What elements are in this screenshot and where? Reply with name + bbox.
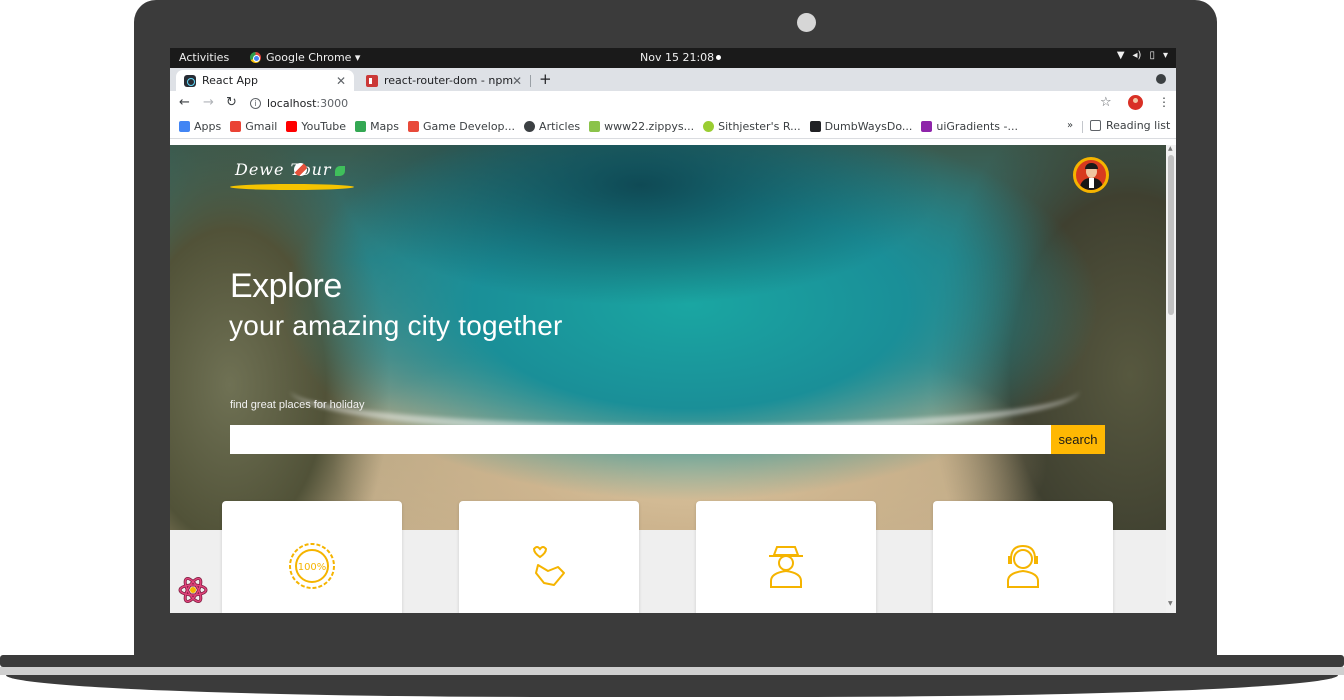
hero-subtitle: your amazing city together: [229, 310, 563, 341]
bookmark-uigradients[interactable]: uiGradients -...: [921, 120, 1018, 133]
system-top-bar: Activities Google Chrome ▾ Nov 15 21:08 …: [170, 48, 1176, 68]
browser-toolbar: ← → ↻ i localhost :3000 ☆ ⋮: [170, 91, 1176, 115]
close-icon[interactable]: ✕: [512, 74, 522, 88]
notification-dot: [716, 55, 721, 60]
bookmark-gmail[interactable]: Gmail: [230, 120, 277, 133]
tab-react-app[interactable]: React App ✕: [176, 70, 354, 91]
search-button[interactable]: search: [1051, 425, 1105, 454]
feature-card-guarantee[interactable]: 100%: [222, 501, 402, 613]
feature-card-support[interactable]: [933, 501, 1113, 613]
leaf-icon: [335, 166, 345, 176]
hero-title: Explore: [230, 267, 342, 305]
forward-arrow-icon[interactable]: →: [203, 95, 214, 110]
tab-title: React App: [202, 74, 259, 87]
support-headset-icon: [1007, 544, 1039, 588]
bookmark-sithjester[interactable]: Sithjester's R...: [703, 120, 801, 133]
beach-ball-icon: [294, 163, 307, 176]
battery-icon: ▯: [1149, 50, 1155, 61]
npm-favicon-icon: [366, 74, 378, 87]
bookmarks-bar: Apps Gmail YouTube Maps Game Develop... …: [170, 115, 1176, 139]
bookmark-game-develop[interactable]: Game Develop...: [408, 120, 515, 133]
address-bar[interactable]: i localhost :3000: [250, 93, 1130, 113]
gmail-icon: [230, 121, 242, 132]
bookmark-star-icon[interactable]: ☆: [1100, 95, 1112, 110]
chevron-down-icon: ▾: [1162, 50, 1168, 61]
tab-strip: React App ✕ react-router-dom - npm ✕ +: [170, 68, 1176, 91]
more-bookmarks-button[interactable]: »: [1067, 120, 1073, 131]
maps-icon: [355, 121, 367, 132]
dumbways-icon: [809, 121, 821, 132]
camera-icon: [797, 13, 816, 32]
tab-react-router-dom[interactable]: react-router-dom - npm ✕: [358, 70, 530, 91]
menu-kebab-icon[interactable]: ⋮: [1158, 95, 1170, 109]
agent-icon: [769, 546, 803, 588]
react-devtools-icon[interactable]: [178, 575, 208, 605]
tab-title: react-router-dom - npm: [384, 74, 514, 87]
reload-icon[interactable]: ↻: [226, 95, 237, 110]
profile-avatar[interactable]: [1128, 95, 1143, 110]
user-avatar[interactable]: [1073, 157, 1109, 193]
feature-card-love[interactable]: [459, 501, 639, 613]
scrollbar[interactable]: ▲ ▼: [1166, 145, 1176, 613]
logo-swoosh: [230, 184, 354, 190]
info-icon[interactable]: i: [250, 97, 261, 109]
activities-button[interactable]: Activities: [179, 51, 229, 64]
scroll-down-icon[interactable]: ▼: [1168, 600, 1173, 607]
bookmark-dumbways[interactable]: DumbWaysDo...: [809, 120, 912, 133]
bookmark-maps[interactable]: Maps: [355, 120, 399, 133]
url-port: :3000: [316, 96, 349, 110]
laptop-base: [0, 655, 1344, 700]
search-input[interactable]: [230, 425, 1051, 454]
back-arrow-icon[interactable]: ←: [179, 95, 190, 110]
uigradients-icon: [921, 121, 933, 132]
new-tab-button[interactable]: +: [539, 70, 552, 88]
game-develop-icon: [408, 121, 420, 132]
bookmark-zippyshare[interactable]: www22.zippys...: [589, 120, 694, 133]
bookmark-youtube[interactable]: YouTube: [286, 120, 346, 133]
apps-grid-icon: [179, 121, 190, 132]
reading-list-button[interactable]: Reading list: [1090, 119, 1170, 132]
tab-search-icon[interactable]: [1156, 74, 1166, 84]
hand-heart-icon: [532, 546, 565, 586]
search-hint: find great places for holiday: [230, 399, 365, 411]
url-host: localhost: [267, 96, 317, 110]
logo[interactable]: Dewe Tour: [230, 158, 356, 192]
clock[interactable]: Nov 15 21:08: [640, 51, 714, 64]
scroll-thumb[interactable]: [1168, 155, 1174, 315]
svg-text:100%: 100%: [298, 562, 327, 573]
globe-icon: [524, 121, 536, 132]
bookmark-apps[interactable]: Apps: [179, 120, 221, 133]
app-menu-label: Google Chrome ▾: [266, 51, 361, 64]
guarantee-badge-icon: 100%: [289, 543, 335, 589]
system-tray[interactable]: ▼ ◂) ▯ ▾: [1117, 50, 1168, 61]
reading-list-icon: [1090, 120, 1101, 131]
zippyshare-icon: [589, 121, 601, 132]
app-menu[interactable]: Google Chrome ▾: [250, 51, 360, 64]
feature-card-agent[interactable]: [696, 501, 876, 613]
screen: Activities Google Chrome ▾ Nov 15 21:08 …: [170, 48, 1176, 613]
bookmark-articles[interactable]: Articles: [524, 120, 580, 133]
chrome-icon: [250, 52, 261, 63]
react-favicon-icon: [184, 74, 196, 87]
page-viewport: Dewe Tour Explore your amazing city toge…: [170, 145, 1176, 613]
youtube-icon: [286, 121, 298, 132]
close-icon[interactable]: ✕: [336, 74, 346, 88]
hero: Dewe Tour Explore your amazing city toge…: [170, 145, 1166, 530]
volume-icon: ◂): [1132, 50, 1142, 61]
logo-text: Dewe Tour: [235, 160, 332, 179]
wifi-icon: ▼: [1116, 50, 1125, 61]
sithjester-icon: [703, 121, 715, 132]
scroll-up-icon[interactable]: ▲: [1168, 145, 1173, 152]
